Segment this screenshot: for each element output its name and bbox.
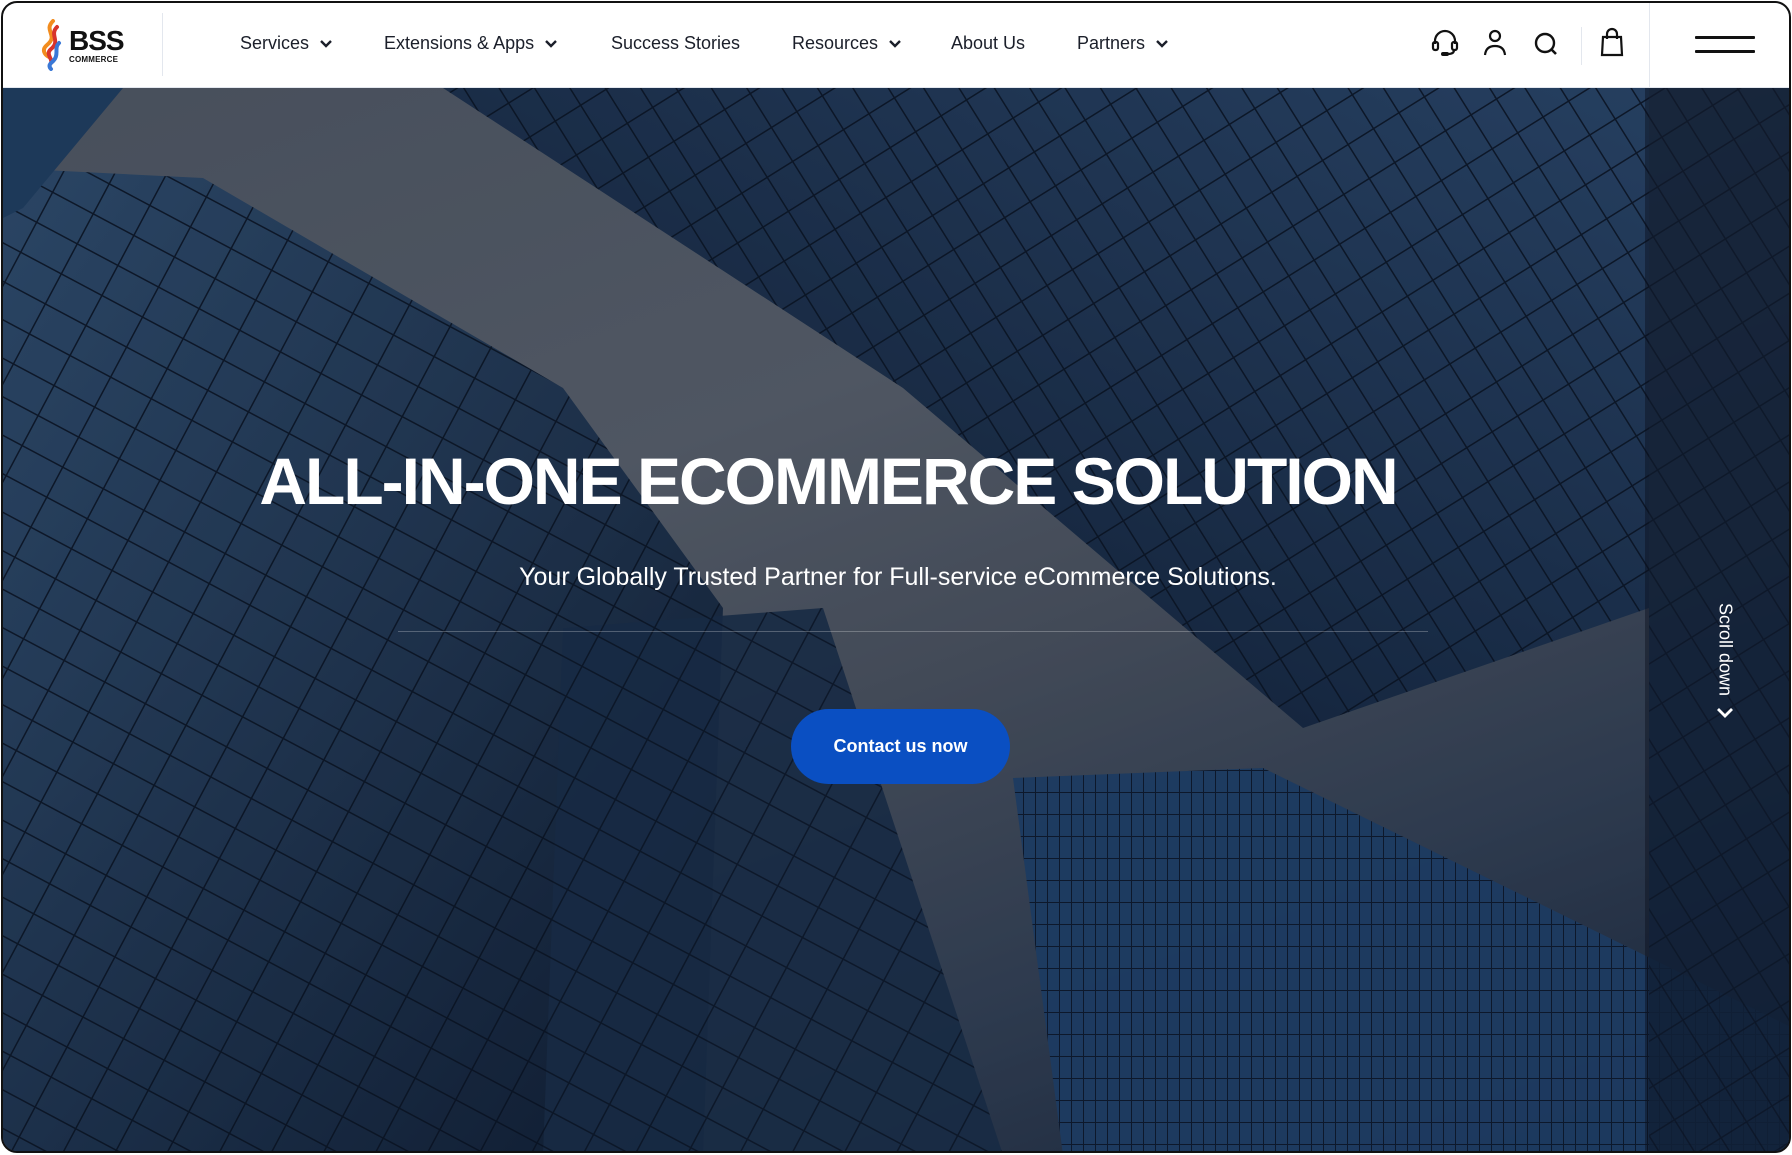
hero-banner: ALL-IN-ONE ECOMMERCE SOLUTION Your Globa… (3, 88, 1789, 1151)
contact-us-button[interactable]: Contact us now (791, 709, 1010, 784)
chevron-down-icon (320, 39, 332, 48)
nav-extensions-apps[interactable]: Extensions & Apps (384, 33, 558, 54)
chevron-down-icon (1717, 708, 1733, 719)
shopping-bag-icon[interactable] (1597, 27, 1627, 59)
hero-background-image (3, 88, 1789, 1151)
search-icon[interactable] (1531, 27, 1561, 59)
hero-subtitle: Your Globally Trusted Partner for Full-s… (519, 563, 1277, 591)
header-divider (162, 13, 163, 76)
scroll-down-button[interactable]: Scroll down (1708, 603, 1742, 723)
scroll-down-label: Scroll down (1715, 603, 1736, 697)
hero-divider (398, 631, 1428, 632)
site-header: BSS COMMERCE Services Extensions & Apps … (3, 3, 1789, 88)
flame-logo-icon (41, 19, 61, 71)
chevron-down-icon (545, 39, 557, 48)
nav-label: About Us (951, 33, 1026, 53)
nav-resources[interactable]: Resources (792, 33, 902, 54)
brand-logo[interactable]: BSS COMMERCE (39, 17, 129, 73)
logo-subtitle: COMMERCE (69, 54, 119, 64)
nav-success-stories[interactable]: Success Stories (611, 33, 740, 54)
nav-label: Partners (1077, 33, 1146, 53)
nav-partners[interactable]: Partners (1077, 33, 1169, 54)
chevron-down-icon (889, 39, 901, 48)
hero-title: ALL-IN-ONE ECOMMERCE SOLUTION (259, 444, 1398, 518)
hamburger-menu-icon[interactable] (1695, 33, 1755, 55)
headset-icon[interactable] (1430, 27, 1460, 59)
nav-label: Success Stories (611, 33, 741, 53)
nav-about-us[interactable]: About Us (951, 33, 1025, 54)
chevron-down-icon (1156, 39, 1168, 48)
nav-label: Extensions & Apps (384, 33, 535, 53)
browser-frame: BSS COMMERCE Services Extensions & Apps … (1, 1, 1791, 1153)
user-icon[interactable] (1480, 27, 1510, 59)
nav-services[interactable]: Services (240, 33, 333, 54)
icon-divider (1581, 27, 1582, 65)
nav-label: Services (240, 33, 310, 53)
header-right-divider (1649, 3, 1650, 88)
nav-label: Resources (792, 33, 879, 53)
logo-wordmark: BSS (69, 24, 125, 56)
